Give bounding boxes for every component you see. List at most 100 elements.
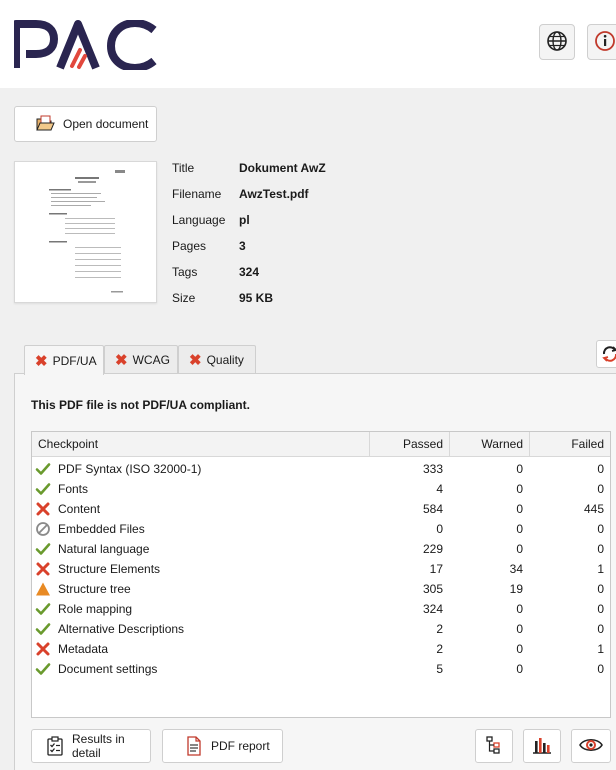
- checkpoint-name: Structure Elements: [58, 562, 161, 576]
- pdf-report-button[interactable]: PDF report: [162, 729, 283, 763]
- table-row[interactable]: Natural language 229 0 0: [32, 539, 610, 559]
- table-row[interactable]: Content 584 0 445: [32, 499, 610, 519]
- property-value: pl: [239, 213, 250, 227]
- checkpoint-name: Structure tree: [58, 582, 131, 596]
- property-label: Filename: [172, 187, 222, 201]
- open-document-button[interactable]: Open document: [14, 106, 157, 142]
- pdfua-panel: This PDF file is not PDF/UA compliant. C…: [14, 373, 616, 770]
- failed-count: 1: [597, 642, 604, 656]
- checkpoint-name: Embedded Files: [58, 522, 145, 536]
- recheck-button[interactable]: [596, 340, 616, 368]
- table-row[interactable]: Role mapping 324 0 0: [32, 599, 610, 619]
- table-row[interactable]: Embedded Files 0 0 0: [32, 519, 610, 539]
- warned-count: 0: [516, 522, 523, 536]
- checkpoint-table: Checkpoint Passed Warned Failed PDF Synt…: [31, 431, 611, 718]
- table-row[interactable]: Alternative Descriptions 2 0 0: [32, 619, 610, 639]
- property-label: Tags: [172, 265, 198, 279]
- table-row[interactable]: Structure tree 305 19 0: [32, 579, 610, 599]
- table-row[interactable]: Document settings 5 0 0: [32, 659, 610, 679]
- passed-count: 4: [436, 482, 443, 496]
- open-document-label: Open document: [63, 117, 149, 131]
- checkpoint-name: Content: [58, 502, 101, 516]
- passed-count: 229: [422, 542, 443, 556]
- refresh-icon: [601, 345, 616, 366]
- preview-button[interactable]: [571, 729, 611, 763]
- failed-count: 0: [597, 462, 604, 476]
- eye-icon: [579, 736, 603, 757]
- property-value: 3: [239, 239, 246, 253]
- failed-count: 445: [583, 502, 604, 516]
- warned-count: 34: [509, 562, 523, 576]
- table-row[interactable]: Metadata 2 0 1: [32, 639, 610, 659]
- table-row[interactable]: PDF Syntax (ISO 32000-1) 333 0 0: [32, 459, 610, 479]
- passed-count: 324: [422, 602, 443, 616]
- structure-tree-button[interactable]: [475, 729, 513, 763]
- warned-count: 19: [509, 582, 523, 596]
- failed-count: 0: [597, 582, 604, 596]
- property-value: 324: [239, 265, 260, 279]
- warned-count: 0: [516, 642, 523, 656]
- results-in-detail-button[interactable]: Results in detail: [31, 729, 151, 763]
- language-button[interactable]: [539, 24, 575, 60]
- check-icon: [35, 661, 51, 677]
- failed-count: 0: [597, 522, 604, 536]
- property-label: Size: [172, 291, 196, 305]
- failed-count: 0: [597, 622, 604, 636]
- passed-count: 17: [429, 562, 443, 576]
- checkpoint-name: Natural language: [58, 542, 150, 556]
- failed-count: 0: [597, 662, 604, 676]
- tab-label: Quality: [206, 353, 244, 367]
- checkpoint-name: Document settings: [58, 662, 158, 676]
- open-folder-icon: [35, 114, 55, 134]
- header-warned[interactable]: Warned: [449, 432, 529, 456]
- bar-chart-icon: [531, 735, 553, 758]
- table-header: Checkpoint Passed Warned Failed: [32, 432, 610, 457]
- header-checkpoint[interactable]: Checkpoint: [38, 432, 368, 456]
- info-button[interactable]: [587, 24, 616, 60]
- info-icon: [594, 30, 616, 55]
- cross-icon: [35, 561, 51, 577]
- passed-count: 0: [436, 522, 443, 536]
- header-failed[interactable]: Failed: [529, 432, 610, 456]
- passed-count: 2: [436, 642, 443, 656]
- not-applicable-icon: [35, 521, 51, 537]
- tab-label: PDF/UA: [52, 353, 97, 368]
- cross-icon: [35, 641, 51, 657]
- structure-tree-icon: [484, 735, 504, 758]
- tab-pdfua[interactable]: ✖ PDF/UA: [24, 345, 104, 375]
- passed-count: 333: [422, 462, 443, 476]
- warned-count: 0: [516, 482, 523, 496]
- property-value: AwzTest.pdf: [239, 187, 309, 201]
- passed-count: 2: [436, 622, 443, 636]
- warned-count: 0: [516, 542, 523, 556]
- table-row[interactable]: Structure Elements 17 34 1: [32, 559, 610, 579]
- globe-icon: [546, 30, 568, 55]
- property-value: Dokument AwZ: [239, 161, 326, 175]
- document-thumbnail: [14, 161, 157, 303]
- warned-count: 0: [516, 462, 523, 476]
- checkpoint-name: Metadata: [58, 642, 109, 656]
- cross-icon: [35, 501, 51, 517]
- tab-wcag[interactable]: ✖ WCAG: [104, 345, 178, 374]
- results-in-detail-label: Results in detail: [72, 732, 125, 760]
- table-row[interactable]: Fonts 4 0 0: [32, 479, 610, 499]
- tab-quality[interactable]: ✖ Quality: [178, 345, 256, 374]
- property-label: Pages: [172, 239, 207, 253]
- warning-icon: [35, 581, 51, 597]
- pac-logo: [12, 18, 160, 73]
- passed-count: 5: [436, 662, 443, 676]
- fail-icon: ✖: [189, 352, 202, 369]
- warned-count: 0: [516, 602, 523, 616]
- warned-count: 0: [516, 622, 523, 636]
- failed-count: 0: [597, 602, 604, 616]
- failed-count: 1: [597, 562, 604, 576]
- property-label: Language: [172, 213, 226, 227]
- header-passed[interactable]: Passed: [369, 432, 449, 456]
- compliance-message: This PDF file is not PDF/UA compliant.: [31, 398, 250, 412]
- passed-count: 584: [422, 502, 443, 516]
- fail-icon: ✖: [35, 352, 48, 370]
- checkpoint-name: Role mapping: [58, 602, 133, 616]
- checkpoint-name: Fonts: [58, 482, 89, 496]
- statistics-button[interactable]: [523, 729, 561, 763]
- failed-count: 0: [597, 482, 604, 496]
